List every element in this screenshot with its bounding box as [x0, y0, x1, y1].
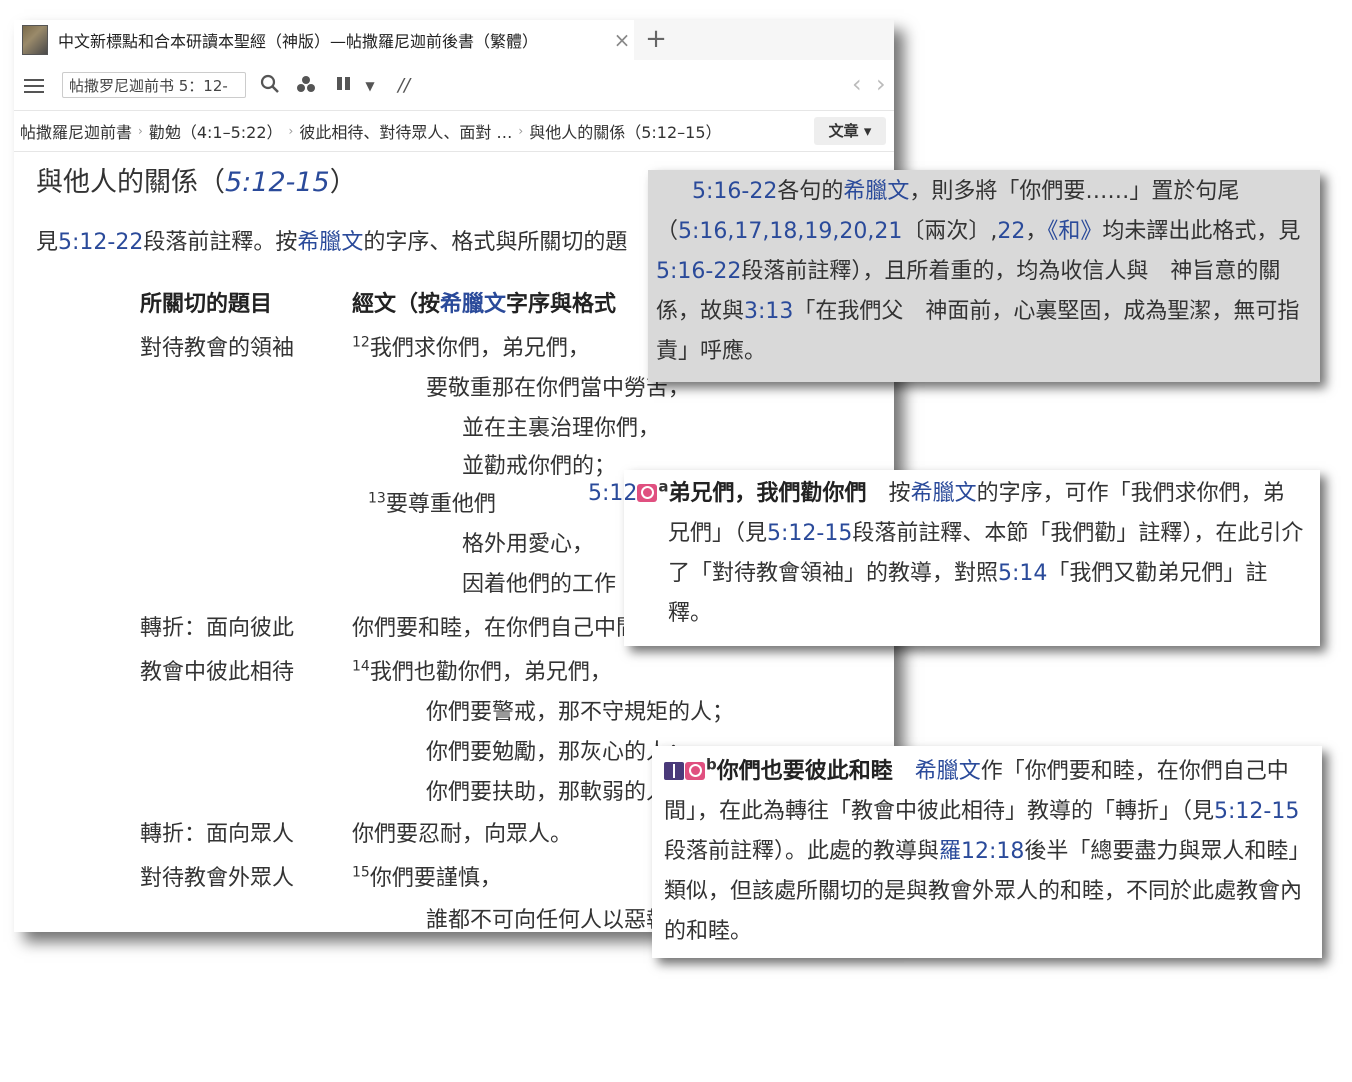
- greek-link[interactable]: 希臘文: [915, 759, 981, 784]
- intro-text: 段落前註釋。按: [143, 230, 298, 255]
- section-title-text: 與他人的關係（: [36, 167, 225, 198]
- search-icon[interactable]: [258, 74, 282, 98]
- visual-filter-icon[interactable]: [294, 74, 318, 98]
- topic-label: 轉折：面向眾人: [140, 822, 295, 847]
- forward-arrow-icon[interactable]: ›: [876, 70, 886, 98]
- verse-line: 誰都不可向任何人以惡報惡: [426, 908, 691, 932]
- note-text: 〔兩次〕,: [902, 219, 998, 244]
- intro-text: 見: [36, 230, 59, 255]
- verse-line: 13要尊重他們: [368, 486, 496, 518]
- note-marker: a: [658, 477, 669, 496]
- greek-link[interactable]: 希臘文: [297, 230, 363, 255]
- section-title-reference[interactable]: 5:12-15: [225, 167, 330, 198]
- add-tab-icon[interactable]: +: [642, 24, 670, 54]
- note-text: 段落前註釋）。此處的教導與: [664, 839, 940, 864]
- topic-label: 對待教會外眾人: [140, 866, 295, 891]
- note-popup-5-12: 5:12 a弟兄們，我們勸你們 按希臘文的字序，可作「我們求你們，弟兄們」（見5:…: [588, 470, 1320, 646]
- topic-label: 對待教會的領袖: [140, 336, 295, 361]
- note-popup-5-13b: b你們也要彼此和睦 希臘文作「你們要和睦，在你們自己中間」，在此為轉往「教會中彼…: [652, 746, 1322, 958]
- verse-line: 格外用愛心，: [462, 532, 595, 557]
- magnifier-icon[interactable]: [685, 762, 705, 780]
- breadcrumb-item[interactable]: 勸勉（4:1–5:22）: [149, 119, 283, 143]
- note-text: ，: [1025, 219, 1048, 244]
- verse-text: 我們求你們，弟兄們，: [369, 336, 590, 361]
- parallel-resources-icon[interactable]: //: [390, 74, 418, 98]
- header-topic: 所關切的題目: [140, 292, 273, 317]
- header-text-part: 字序與格式: [506, 292, 617, 317]
- reference-link[interactable]: 5:12: [588, 481, 637, 506]
- note-text: 各句的: [777, 179, 844, 204]
- reference-link[interactable]: 22: [997, 219, 1025, 244]
- verse-number: 14: [352, 658, 370, 675]
- reference-input[interactable]: 帖撒罗尼迦前书 5：12-: [62, 72, 246, 98]
- note-popup-5-16-22: 5:16-22各句的希臘文，則多將「你們要……」置於句尾（5:16,17,18,…: [648, 170, 1320, 382]
- hamburger-menu-icon[interactable]: [24, 76, 44, 94]
- verse-number: 15: [352, 864, 370, 881]
- reference-link[interactable]: 5:16-22: [656, 259, 741, 284]
- verse-line: 你們要和睦，在你們自己中間: [352, 616, 639, 641]
- verse-text: 我們也勸你們，弟兄們，: [369, 660, 612, 685]
- version-link[interactable]: 《和》: [1047, 219, 1102, 244]
- greek-link[interactable]: 希臘文: [843, 179, 909, 204]
- breadcrumb-item[interactable]: 與他人的關係（5:12–15）: [529, 119, 721, 143]
- note-heading: 弟兄們，我們勸你們: [668, 481, 867, 506]
- back-arrow-icon[interactable]: ‹: [852, 70, 862, 98]
- intro-text: 的字序、格式與所關切的題: [363, 230, 628, 255]
- reference-link[interactable]: 5:12-15: [1214, 799, 1299, 824]
- reference-link[interactable]: 5:16-22: [692, 179, 777, 204]
- header-text: 經文（按希臘文字序與格式: [352, 286, 616, 318]
- magnifier-icon[interactable]: [637, 484, 658, 502]
- verse-line: 15你們要謹慎，: [352, 860, 502, 892]
- topic-label: 教會中彼此相待: [140, 660, 295, 685]
- chevron-right-icon: ›: [288, 124, 294, 138]
- note-text: 按: [866, 481, 911, 506]
- view-mode-button[interactable]: 文章 ▾: [814, 117, 886, 145]
- note-text: 均未譯出此格式，見: [1102, 219, 1301, 244]
- greek-link[interactable]: 希臘文: [911, 481, 977, 506]
- note-text: [893, 759, 915, 784]
- verse-line: 你們要忍耐，向眾人。: [352, 822, 573, 847]
- chevron-right-icon: ›: [138, 124, 143, 138]
- verse-line: 你們要勉勵，那灰心的人；: [426, 740, 691, 765]
- reference-link[interactable]: 5:16,17,18,19,20,21: [678, 219, 902, 244]
- verse-line: 12我們求你們，弟兄們，: [352, 330, 590, 362]
- tab-bar: 中文新標點和合本研讀本聖經（神版）—帖撒羅尼迦前後書（繁體） × +: [14, 20, 894, 60]
- verse-line: 並在主裏治理你們，: [462, 416, 661, 441]
- book-icon[interactable]: [664, 762, 684, 780]
- close-icon[interactable]: ×: [610, 28, 634, 52]
- tab-title: 中文新標點和合本研讀本聖經（神版）—帖撒羅尼迦前後書（繁體）: [58, 32, 539, 51]
- note-marker: b: [706, 755, 717, 774]
- book-cover-thumbnail: [22, 25, 48, 55]
- section-title-close: ）: [329, 167, 357, 198]
- verse-text: 要尊重他們: [385, 492, 496, 517]
- greek-link[interactable]: 希臘文: [440, 292, 506, 317]
- note-heading: 你們也要彼此和睦: [716, 759, 893, 784]
- breadcrumb-item[interactable]: 帖撒羅尼迦前書: [20, 119, 132, 143]
- topic-label: 轉折：面向彼此: [140, 616, 295, 641]
- intro-paragraph: 見5:12-22段落前註釋。按希臘文的字序、格式與所關切的題: [36, 224, 627, 256]
- chevron-right-icon: ›: [518, 124, 524, 138]
- toolbar: 帖撒罗尼迦前书 5：12- ▼ // ‹ ›: [14, 64, 894, 108]
- verse-line: 你們要警戒，那不守規矩的人；: [426, 700, 735, 725]
- verse-number: 13: [368, 490, 386, 507]
- reference-link[interactable]: 羅12:18: [939, 839, 1024, 864]
- header-text-part: 經文（按: [352, 292, 441, 317]
- reference-link[interactable]: 5:14: [998, 561, 1047, 586]
- intro-reference-link[interactable]: 5:12-22: [58, 230, 143, 255]
- verse-number: 12: [352, 334, 370, 351]
- verse-line: 14我們也勸你們，弟兄們，: [352, 654, 612, 686]
- chevron-down-icon[interactable]: ▼: [362, 74, 378, 98]
- verse-line: 因着他們的工作: [462, 572, 617, 597]
- verse-line: 你們要扶助，那軟弱的人；: [426, 780, 691, 805]
- section-title: 與他人的關係（5:12-15）: [36, 160, 357, 199]
- verse-line: 並勸戒你們的；: [462, 454, 617, 479]
- verse-text: 你們要謹慎，: [369, 866, 502, 891]
- document-tab[interactable]: 中文新標點和合本研讀本聖經（神版）—帖撒羅尼迦前後書（繁體） ×: [14, 20, 634, 60]
- columns-icon[interactable]: [332, 74, 356, 98]
- breadcrumb-item[interactable]: 彼此相待、對待眾人、面對 …: [299, 119, 512, 143]
- reference-link[interactable]: 5:12-15: [767, 521, 852, 546]
- breadcrumb: 帖撒羅尼迦前書 › 勸勉（4:1–5:22） › 彼此相待、對待眾人、面對 … …: [14, 110, 894, 152]
- reference-link[interactable]: 3:13: [744, 299, 793, 324]
